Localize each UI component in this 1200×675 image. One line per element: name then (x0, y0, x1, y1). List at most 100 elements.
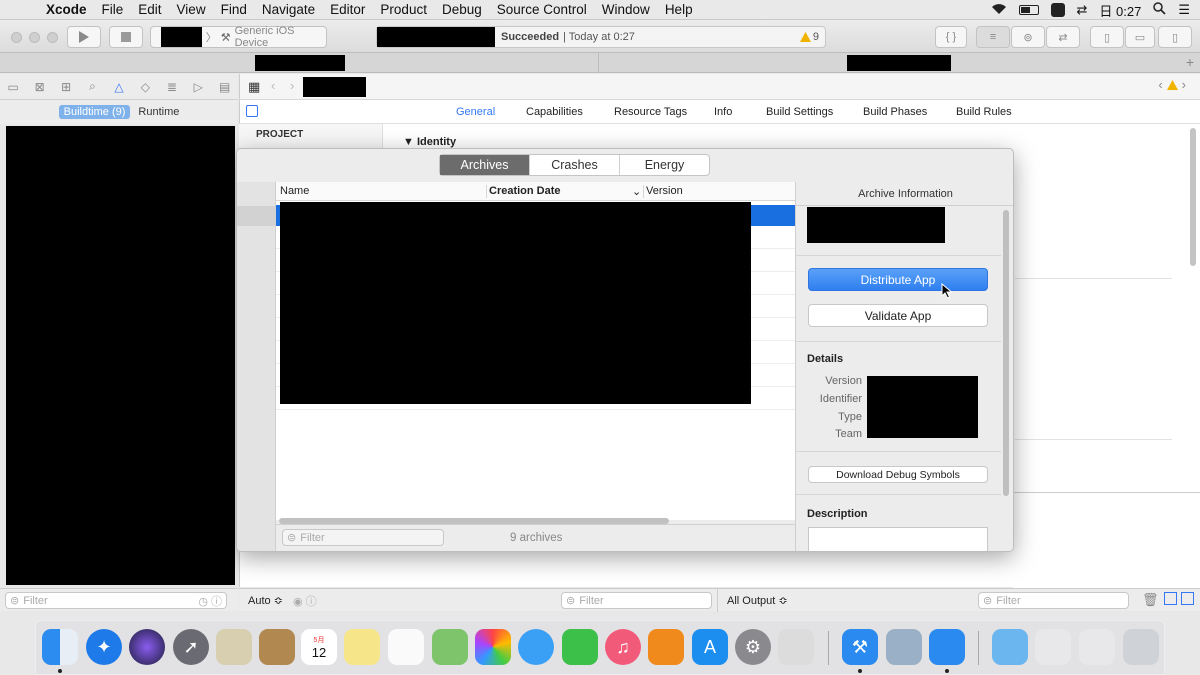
navigator-filter-input[interactable]: ⊜ Filter ◷ ⓘ (5, 592, 227, 609)
debug-icon[interactable]: ≣ (159, 80, 185, 94)
maps-icon[interactable] (432, 629, 468, 665)
tab-archives[interactable]: Archives (440, 155, 530, 175)
editor-scrollbar[interactable] (1190, 128, 1196, 266)
siri-icon[interactable] (129, 629, 165, 665)
toggle-inspector-button[interactable]: ▯ (1158, 26, 1192, 48)
description-field[interactable] (808, 527, 988, 551)
xcode-icon[interactable]: ⚒ (842, 629, 878, 665)
add-tab-icon[interactable]: + (1186, 54, 1194, 70)
sidebar-selected-app[interactable] (237, 206, 276, 226)
downloads-folder-icon[interactable] (992, 629, 1028, 665)
validate-app-button[interactable]: Validate App (808, 304, 988, 327)
disclosure-triangle-icon[interactable]: ▼ (403, 136, 414, 148)
tab-resource-tags[interactable]: Resource Tags (614, 106, 687, 118)
clock-icon[interactable]: ◷ ⓘ (198, 593, 222, 609)
jump-path-redacted[interactable] (303, 77, 366, 97)
trash-icon[interactable]: 🗑 (1142, 592, 1159, 608)
tab-title-redacted[interactable] (847, 55, 951, 71)
issue-icon[interactable]: △ (106, 80, 132, 94)
input-method-icon[interactable] (1050, 3, 1065, 17)
quick-look-icon[interactable]: ◉ ⓘ (293, 593, 317, 609)
calendar-icon[interactable]: 5月 12 (301, 629, 337, 665)
notes-icon[interactable] (344, 629, 380, 665)
tab-title-redacted[interactable] (255, 55, 345, 71)
warnings-indicator[interactable]: 9 (799, 31, 819, 43)
split-left-icon[interactable] (1164, 592, 1177, 605)
output-scope-select[interactable]: All Output ≎ (727, 594, 788, 607)
facetime-icon[interactable] (562, 629, 598, 665)
download-debug-symbols-button[interactable]: Download Debug Symbols (808, 466, 988, 483)
library-button[interactable]: { } (935, 26, 967, 48)
toggle-navigator-button[interactable]: ▯ (1090, 26, 1124, 48)
menu-app-name[interactable]: Xcode (46, 2, 87, 17)
segment-buildtime[interactable]: Buildtime (9) (58, 105, 131, 119)
tab-crashes[interactable]: Crashes (530, 155, 620, 175)
archives-filter-input[interactable]: ⊜ Filter (282, 529, 444, 546)
menu-window[interactable]: Window (602, 2, 650, 17)
contacts-icon[interactable] (259, 629, 295, 665)
control-strip-icon[interactable]: ☰ (1178, 2, 1190, 18)
column-creation-date[interactable]: Creation Date (489, 185, 561, 197)
breakpoint-icon[interactable]: ▷ (185, 80, 211, 94)
preview-icon[interactable] (216, 629, 252, 665)
window-zoom-button[interactable] (47, 32, 58, 43)
issue-navigation[interactable]: ‹ › (1158, 77, 1186, 92)
launchpad-icon[interactable]: ➚ (173, 629, 209, 665)
menu-source-control[interactable]: Source Control (497, 2, 587, 17)
info-scrollbar[interactable] (1003, 210, 1009, 496)
spotlight-icon[interactable] (1153, 2, 1166, 18)
screenshot-icon[interactable] (778, 629, 814, 665)
report-icon[interactable]: ▤ (212, 80, 238, 94)
screenshot-stack-icon[interactable] (1035, 629, 1071, 665)
column-name[interactable]: Name (280, 185, 309, 197)
safari-icon[interactable]: ✦ (86, 629, 122, 665)
menu-find[interactable]: Find (221, 2, 247, 17)
reminders-icon[interactable] (388, 629, 424, 665)
photos-icon[interactable] (475, 629, 511, 665)
toggle-debug-button[interactable]: ▭ (1125, 26, 1155, 48)
previous-issue-icon[interactable]: ‹ (1158, 77, 1162, 92)
standard-editor-button[interactable]: ≡ (976, 26, 1010, 48)
find-icon[interactable]: ⌕ (79, 79, 105, 94)
split-right-icon[interactable] (1181, 592, 1194, 605)
related-items-icon[interactable]: ▦ (248, 79, 260, 95)
menu-help[interactable]: Help (665, 2, 693, 17)
display-mirroring-icon[interactable]: ⇄ (1077, 2, 1088, 18)
console-filter-input[interactable]: ⊜ Filter (978, 592, 1129, 609)
sort-chevron-icon[interactable]: ⌄ (632, 185, 641, 198)
wifi-icon[interactable] (991, 3, 1007, 18)
battery-icon[interactable] (1018, 5, 1039, 15)
menu-navigate[interactable]: Navigate (262, 2, 315, 17)
tab-capabilities[interactable]: Capabilities (526, 106, 583, 118)
stop-button[interactable] (109, 26, 143, 48)
system-preferences-icon[interactable]: ⚙ (735, 629, 771, 665)
variables-scope-select[interactable]: Auto ≎ (248, 594, 283, 607)
tab-build-phases[interactable]: Build Phases (863, 106, 927, 118)
menu-view[interactable]: View (177, 2, 206, 17)
itunes-icon[interactable]: ♫ (605, 629, 641, 665)
symbol-icon[interactable]: ⊞ (53, 80, 79, 94)
finder-icon[interactable] (42, 629, 78, 665)
next-issue-icon[interactable]: › (1182, 77, 1186, 92)
menu-clock[interactable]: 日 0:27 (1099, 1, 1141, 20)
image-capture-icon[interactable] (886, 629, 922, 665)
menu-file[interactable]: File (102, 2, 124, 17)
simulator-icon[interactable] (929, 629, 965, 665)
source-control-icon[interactable]: ⊠ (26, 80, 52, 94)
test-icon[interactable]: ◇ (132, 80, 158, 94)
column-version[interactable]: Version (646, 185, 683, 197)
forward-icon[interactable]: › (290, 78, 294, 93)
books-icon[interactable] (648, 629, 684, 665)
window-minimize-button[interactable] (29, 32, 40, 43)
show-outline-icon[interactable] (246, 105, 258, 117)
variables-filter-input[interactable]: ⊜ Filter (561, 592, 712, 609)
tab-build-settings[interactable]: Build Settings (766, 106, 833, 118)
tab-build-rules[interactable]: Build Rules (956, 106, 1012, 118)
tab-info[interactable]: Info (714, 106, 732, 118)
segment-runtime[interactable]: Runtime (138, 106, 179, 118)
run-button[interactable] (67, 26, 101, 48)
scheme-selector[interactable]: 〉 ⚒ Generic iOS Device (150, 25, 327, 49)
window-close-button[interactable] (11, 32, 22, 43)
version-editor-button[interactable]: ⇄ (1046, 26, 1080, 48)
menu-debug[interactable]: Debug (442, 2, 482, 17)
